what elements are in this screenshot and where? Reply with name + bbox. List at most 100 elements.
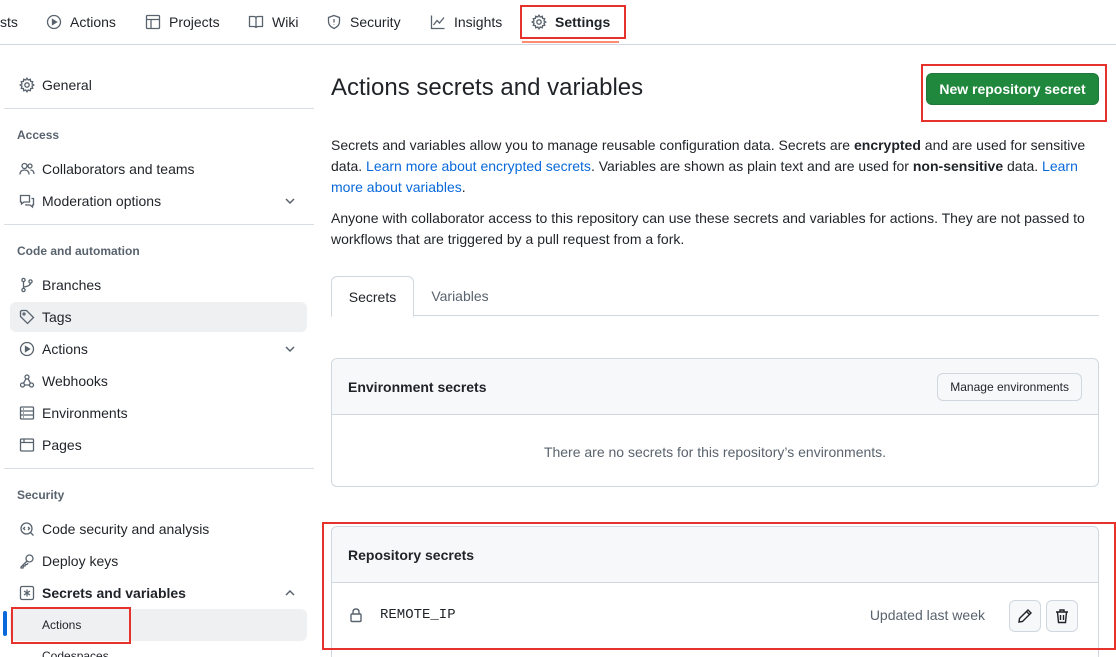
description-collaborator-access: Anyone with collaborator access to this …	[331, 210, 1085, 247]
sidebar-item-general[interactable]: General	[10, 70, 307, 100]
desc-text: Secrets and variables allow you to manag…	[331, 137, 854, 153]
sidebar-subitem-actions[interactable]: Actions	[10, 609, 307, 641]
chevron-up-icon	[285, 589, 295, 596]
asterisk-square-icon	[19, 585, 35, 601]
chevron-down-icon	[285, 198, 295, 205]
sidebar-item-label: Deploy keys	[42, 553, 119, 569]
sidebar-active-indicator	[3, 611, 7, 636]
sidebar-item-label: Environments	[42, 405, 128, 421]
manage-environments-button[interactable]: Manage environments	[937, 373, 1082, 401]
desc-bold-encrypted: encrypted	[853, 137, 921, 153]
sidebar-heading-code-automation: Code and automation	[17, 244, 140, 258]
nav-item-insights[interactable]: Insights	[430, 0, 502, 44]
play-icon	[19, 341, 35, 357]
sidebar-item-label: Code security and analysis	[42, 521, 210, 537]
tab-secrets[interactable]: Secrets	[331, 276, 414, 317]
sidebar-item-moderation[interactable]: Moderation options	[10, 186, 307, 216]
sidebar-item-branches[interactable]: Branches	[10, 270, 307, 300]
tag-icon	[19, 309, 35, 325]
shield-icon	[327, 14, 341, 30]
nav-item-label: Wiki	[272, 14, 299, 30]
nav-item-projects[interactable]: Projects	[145, 0, 220, 44]
sidebar-item-label: Actions	[42, 341, 88, 357]
sidebar-item-label: Moderation options	[42, 193, 162, 209]
server-icon	[19, 406, 35, 420]
comment-discussion-icon	[19, 194, 35, 209]
sidebar-item-webhooks[interactable]: Webhooks	[10, 366, 307, 396]
table-row: REMOTE_IP Updated last week	[332, 583, 1098, 647]
sidebar-item-code-security[interactable]: Code security and analysis	[10, 514, 307, 544]
browser-icon	[19, 438, 35, 452]
gear-icon	[531, 14, 547, 30]
people-icon	[19, 162, 35, 175]
sidebar-divider	[4, 108, 314, 109]
repository-secrets-header: Repository secrets	[332, 527, 1098, 583]
nav-item-wiki[interactable]: Wiki	[248, 0, 298, 44]
sidebar-item-label: General	[42, 77, 92, 93]
nav-item-actions[interactable]: Actions	[46, 0, 116, 44]
git-branch-icon	[21, 277, 33, 293]
sidebar-item-collaborators[interactable]: Collaborators and teams	[10, 154, 307, 184]
environment-secrets-empty-state: There are no secrets for this repository…	[543, 443, 887, 460]
repository-secrets-box: Repository secrets REMOTE_IP Updated las…	[331, 526, 1099, 657]
secrets-variables-tabs: Secrets Variables	[331, 276, 1099, 317]
pencil-icon	[1018, 609, 1032, 623]
delete-secret-button[interactable]	[1046, 600, 1078, 632]
webhook-icon	[19, 374, 35, 388]
desc-bold-non-sensitive: non-sensitive	[912, 158, 1004, 174]
sidebar-item-label: Pages	[42, 437, 82, 453]
secret-name: REMOTE_IP	[380, 607, 456, 623]
nav-item-label: Insights	[454, 14, 503, 30]
sidebar-item-tags[interactable]: Tags	[10, 302, 307, 332]
nav-item-settings[interactable]: Settings	[531, 0, 610, 44]
environment-secrets-title: Environment secrets	[348, 378, 487, 395]
trash-icon	[1056, 609, 1068, 624]
play-icon	[46, 14, 62, 30]
sidebar-item-deploy-keys[interactable]: Deploy keys	[10, 546, 307, 576]
sidebar-item-label: Tags	[42, 309, 72, 325]
sidebar-heading-security: Security	[17, 488, 65, 502]
sidebar-divider	[4, 224, 314, 225]
graph-icon	[430, 15, 445, 30]
sidebar-item-label: Branches	[42, 277, 102, 293]
sidebar-item-secrets-and-variables[interactable]: Secrets and variables	[10, 578, 307, 608]
nav-item-label: Projects	[169, 14, 220, 30]
new-repository-secret-button[interactable]: New repository secret	[926, 73, 1099, 105]
sidebar-item-environments[interactable]: Environments	[10, 398, 307, 428]
tab-label: Variables	[431, 288, 489, 304]
nav-item-label: Security	[350, 14, 401, 30]
repo-nav: sts Actions Projects Wiki Security Insig…	[0, 0, 1116, 45]
sidebar-heading-access: Access	[17, 128, 60, 142]
sidebar-subitem-codespaces[interactable]: Codespaces	[10, 649, 307, 657]
sidebar-item-actions[interactable]: Actions	[10, 334, 307, 364]
table-icon	[145, 14, 161, 30]
nav-item-label: sts	[0, 14, 18, 30]
nav-selected-underline	[522, 41, 619, 43]
nav-item-label: Actions	[70, 14, 116, 30]
sidebar-item-label: Webhooks	[42, 373, 108, 389]
sidebar-item-label: Secrets and variables	[42, 585, 186, 601]
lock-icon	[350, 608, 362, 623]
sidebar-divider	[4, 468, 314, 469]
nav-item-pull-requests-partial[interactable]: sts	[0, 0, 18, 44]
codescan-icon	[20, 522, 34, 536]
key-icon	[20, 554, 34, 569]
secret-updated-time: Updated last week	[869, 607, 985, 623]
desc-text: .	[461, 179, 466, 195]
sidebar-item-label: Collaborators and teams	[42, 161, 195, 177]
edit-secret-button[interactable]	[1009, 600, 1041, 632]
environment-secrets-box: Environment secrets Manage environments …	[331, 358, 1099, 487]
sidebar-subitem-label: Actions	[42, 618, 82, 632]
nav-item-label: Settings	[555, 14, 611, 30]
chevron-down-icon	[285, 346, 295, 353]
sidebar-subitem-label: Codespaces	[42, 649, 109, 657]
desc-text: data.	[1003, 158, 1043, 174]
repository-secrets-title: Repository secrets	[348, 546, 475, 563]
sidebar-item-pages[interactable]: Pages	[10, 430, 307, 460]
tab-variables[interactable]: Variables	[414, 276, 506, 316]
learn-more-encrypted-secrets-link[interactable]: Learn more about encrypted secrets	[366, 158, 591, 174]
tab-label: Secrets	[348, 288, 397, 305]
nav-item-security[interactable]: Security	[326, 0, 401, 44]
gear-icon	[19, 77, 35, 93]
book-icon	[248, 15, 264, 29]
